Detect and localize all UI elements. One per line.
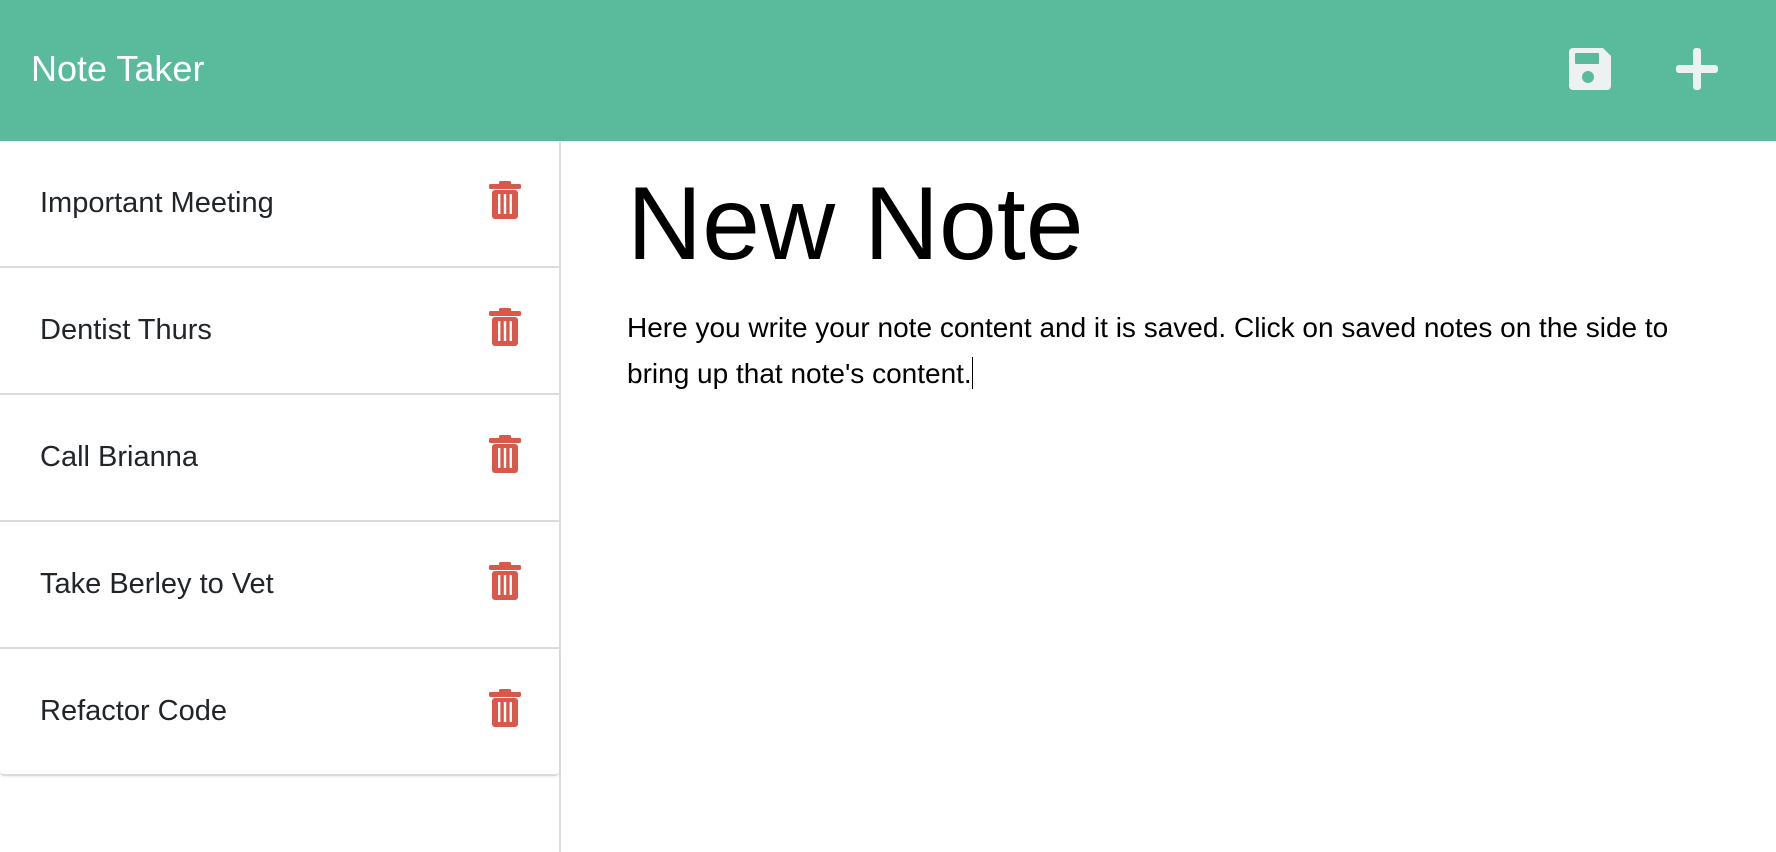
note-list-item[interactable]: Refactor Code	[0, 649, 559, 776]
note-editor: New Note Here you write your note conten…	[627, 141, 1737, 397]
note-list-item-title: Dentist Thurs	[40, 314, 212, 346]
app-header: Note Taker	[0, 0, 1776, 141]
trash-icon[interactable]	[489, 689, 521, 727]
notes-sidebar: Important Meeting Dentist Thurs Call Bri…	[0, 141, 561, 852]
note-list-item[interactable]: Important Meeting	[0, 141, 559, 268]
app-title[interactable]: Note Taker	[31, 48, 204, 90]
note-list-item-title: Call Brianna	[40, 441, 198, 473]
save-icon[interactable]	[1567, 46, 1613, 92]
trash-icon[interactable]	[489, 308, 521, 346]
note-list-item[interactable]: Take Berley to Vet	[0, 522, 559, 649]
note-body-textarea[interactable]: Here you write your note content and it …	[627, 305, 1727, 397]
note-title-input[interactable]: New Note	[627, 167, 1737, 282]
note-list-item[interactable]: Dentist Thurs	[0, 268, 559, 395]
text-cursor	[971, 357, 973, 390]
note-list-item-title: Take Berley to Vet	[40, 568, 274, 600]
trash-icon[interactable]	[489, 181, 521, 219]
note-list-item-title: Important Meeting	[40, 187, 274, 219]
trash-icon[interactable]	[489, 435, 521, 473]
trash-icon[interactable]	[489, 562, 521, 600]
note-list-item-title: Refactor Code	[40, 695, 227, 727]
note-body-text: Here you write your note content and it …	[627, 312, 1669, 390]
note-list-item[interactable]: Call Brianna	[0, 395, 559, 522]
plus-icon[interactable]	[1674, 46, 1720, 92]
